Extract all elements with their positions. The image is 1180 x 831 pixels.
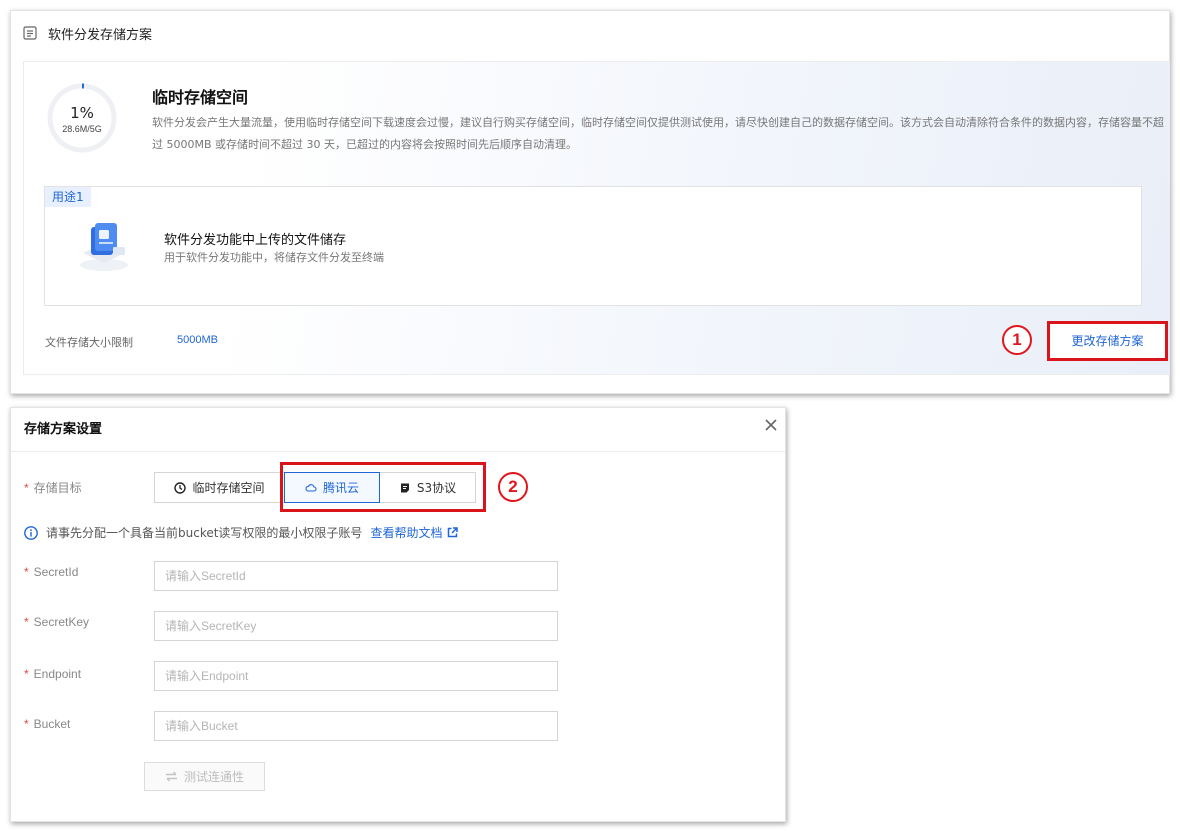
usage-tag: 用途1 [45, 187, 91, 207]
size-limit-value: 5000MB [177, 334, 218, 346]
storage-plan-dialog: 存储方案设置 * 存储目标 临时存储空间 腾讯云 S3协议 2 请事先分配一个具… [10, 407, 786, 822]
step-1-badge: 1 [1002, 325, 1032, 355]
required-mark: * [24, 565, 29, 579]
usage-ring-label: 1% 28.6M/5G [46, 82, 118, 154]
document-list-icon [23, 26, 37, 40]
help-doc-link[interactable]: 查看帮助文档 [370, 524, 459, 541]
storage-target-label-text: 存储目标 [33, 481, 82, 495]
storage-description: 软件分发会产生大量流量，使用临时存储空间下载速度会过慢，建议自行购买存储空间，临… [152, 116, 1164, 151]
secretid-input[interactable] [154, 561, 558, 591]
usage-percent: 1% [70, 104, 94, 122]
usage-title: 软件分发功能中上传的文件储存 [164, 233, 347, 248]
help-doc-link-text: 查看帮助文档 [370, 526, 443, 540]
secretkey-input[interactable] [154, 611, 558, 641]
storage-title: 临时存储空间 [152, 88, 249, 107]
bucket-label: * Bucket [24, 717, 70, 731]
document-icon [400, 483, 409, 492]
step-2-badge: 2 [498, 472, 528, 502]
info-icon [24, 525, 38, 540]
required-mark: * [24, 717, 29, 731]
secretid-label-text: SecretId [33, 565, 79, 579]
target-option-s3[interactable]: S3协议 [379, 472, 476, 503]
external-link-icon [448, 527, 459, 538]
required-mark: * [24, 481, 29, 495]
info-text: 请事先分配一个具备当前bucket读写权限的最小权限子账号 [46, 526, 363, 540]
dialog-divider [11, 451, 785, 452]
target-option-tencent-cloud[interactable]: 腾讯云 [284, 472, 380, 503]
server-illustration-icon [80, 223, 128, 271]
required-mark: * [24, 667, 29, 681]
usage-box: 用途1 软件分发功能中上传的文件储存 用于软件分发功能中，将储存文件分发至终端 [44, 186, 1142, 306]
target-option-temporary-label: 临时存储空间 [192, 481, 265, 495]
panel-header: 软件分发存储方案 [23, 21, 152, 45]
cloud-icon [305, 483, 317, 492]
size-limit-label: 文件存储大小限制 [45, 336, 133, 349]
secretid-label: * SecretId [24, 565, 78, 579]
endpoint-label-text: Endpoint [33, 667, 82, 681]
endpoint-input[interactable] [154, 661, 558, 691]
usage-description: 用于软件分发功能中，将储存文件分发至终端 [164, 251, 384, 264]
storage-plan-panel: 软件分发存储方案 1% 28.6M/5G 临时存储空间 软件分发会产生大量流量，… [10, 10, 1170, 394]
temporary-storage-card: 1% 28.6M/5G 临时存储空间 软件分发会产生大量流量，使用临时存储空间下… [23, 61, 1170, 375]
endpoint-label: * Endpoint [24, 667, 81, 681]
target-option-tencent-cloud-label: 腾讯云 [322, 481, 359, 495]
secretkey-label: * SecretKey [24, 615, 89, 629]
panel-title: 软件分发存储方案 [48, 27, 153, 43]
test-connectivity-label: 测试连通性 [183, 770, 244, 784]
test-connectivity-button[interactable]: 测试连通性 [144, 762, 265, 791]
clock-icon [174, 481, 187, 494]
bucket-input[interactable] [154, 711, 558, 741]
target-option-temporary[interactable]: 临时存储空间 [154, 472, 285, 503]
usage-amount: 28.6M/5G [62, 124, 102, 134]
target-option-s3-label: S3协议 [416, 481, 457, 495]
bucket-label-text: Bucket [33, 717, 71, 731]
secretkey-label-text: SecretKey [33, 615, 90, 629]
change-storage-plan-button[interactable]: 更改存储方案 [1047, 321, 1168, 361]
storage-target-selector: 临时存储空间 腾讯云 S3协议 [154, 472, 476, 503]
storage-target-label: * 存储目标 [24, 479, 82, 496]
close-icon[interactable] [762, 416, 780, 434]
required-mark: * [24, 615, 29, 629]
swap-arrows-icon [165, 771, 177, 782]
info-notice: 请事先分配一个具备当前bucket读写权限的最小权限子账号 查看帮助文档 [24, 524, 459, 541]
dialog-title: 存储方案设置 [24, 422, 103, 437]
